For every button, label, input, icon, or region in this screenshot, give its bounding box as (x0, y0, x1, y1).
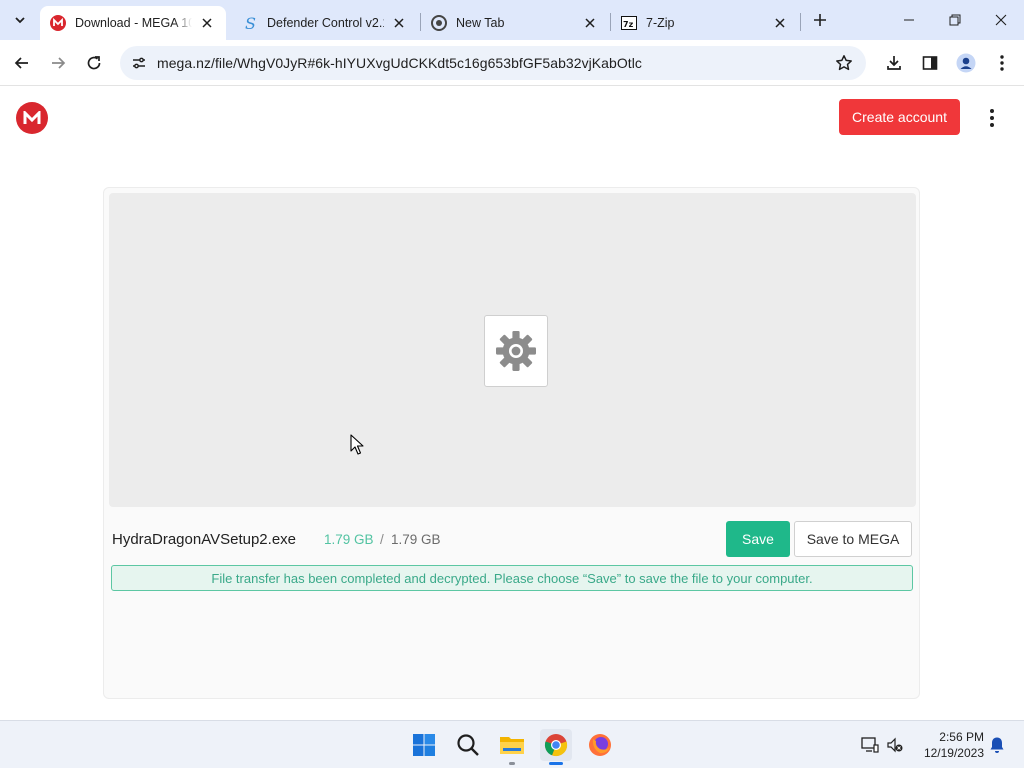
back-button[interactable] (6, 47, 38, 79)
close-icon[interactable] (198, 14, 216, 32)
side-panel-button[interactable] (914, 47, 946, 79)
plus-icon (814, 14, 826, 26)
system-clock[interactable]: 2:56 PM 12/19/2023 (914, 729, 984, 761)
reload-icon (87, 56, 101, 70)
download-card: HydraDragonAVSetup2.exe 1.79 GB / 1.79 G… (103, 187, 920, 699)
windows-taskbar: 2:56 PM 12/19/2023 (0, 720, 1024, 768)
close-icon (995, 14, 1007, 26)
profile-button[interactable] (950, 47, 982, 79)
address-bar[interactable]: mega.nz/file/WhgV0JyR#6k-hIYUXvgUdCKKdt5… (120, 46, 866, 80)
page-menu-button[interactable] (980, 105, 1004, 131)
dot (990, 109, 994, 113)
browser-menu-button[interactable] (986, 47, 1018, 79)
tab-title: Download - MEGA 10 (75, 16, 192, 30)
restore-button[interactable] (932, 0, 978, 40)
clock-time: 2:56 PM (939, 730, 984, 744)
restore-icon (949, 14, 961, 26)
new-tab-button[interactable] (806, 6, 834, 34)
volume-muted-icon[interactable] (885, 735, 905, 755)
network-display-icon[interactable] (860, 735, 880, 755)
file-name: HydraDragonAVSetup2.exe (112, 531, 296, 548)
7zip-icon: 7z (621, 15, 637, 31)
chevron-down-icon (15, 17, 25, 24)
mega-logo[interactable] (16, 102, 48, 134)
tab-mega-download[interactable]: Download - MEGA 10 (40, 6, 226, 40)
file-explorer-icon[interactable] (496, 729, 528, 765)
tab-7zip[interactable]: 7z 7-Zip (611, 6, 799, 40)
tab-new-tab[interactable]: New Tab (421, 6, 609, 40)
mega-page: Create account HydraDragonAVSetup2.exe 1… (0, 87, 1024, 720)
forward-button[interactable] (42, 47, 74, 79)
transfer-complete-message: File transfer has been completed and dec… (111, 565, 913, 591)
clock-date: 12/19/2023 (923, 746, 984, 760)
svg-text:7z: 7z (623, 20, 634, 29)
url-text[interactable]: mega.nz/file/WhgV0JyR#6k-hIYUXvgUdCKKdt5… (157, 55, 642, 71)
tab-title: Defender Control v2.1 (267, 16, 384, 30)
tab-title: New Tab (456, 16, 505, 30)
tab-title: 7-Zip (646, 16, 675, 30)
tab-separator (800, 13, 801, 31)
downloaded-size: 1.79 GB (324, 532, 374, 547)
site-info-icon[interactable] (124, 48, 154, 78)
chrome-icon[interactable] (540, 729, 572, 765)
arrow-right-icon (52, 57, 66, 69)
download-icon (887, 56, 901, 70)
create-account-button[interactable]: Create account (839, 99, 960, 135)
close-icon[interactable] (581, 14, 599, 32)
chrome-icon (431, 15, 447, 31)
notification-bell-icon[interactable] (987, 735, 1007, 755)
windows-start-icon[interactable] (408, 729, 440, 761)
close-window-button[interactable] (978, 0, 1024, 40)
gear-icon (496, 331, 536, 371)
close-icon[interactable] (390, 14, 408, 32)
reload-button[interactable] (78, 47, 110, 79)
mega-m-icon (23, 111, 41, 124)
side-panel-icon (922, 56, 938, 70)
minimize-button[interactable] (886, 0, 932, 40)
svg-text:S: S (245, 15, 256, 31)
dot (990, 116, 994, 120)
browser-toolbar: mega.nz/file/WhgV0JyR#6k-hIYUXvgUdCKKdt5… (0, 40, 1024, 86)
file-preview-area (109, 193, 916, 507)
search-icon[interactable] (452, 729, 484, 761)
file-info-row: HydraDragonAVSetup2.exe 1.79 GB / 1.79 G… (104, 521, 919, 559)
mega-icon (50, 15, 66, 31)
downloads-button[interactable] (878, 47, 910, 79)
more-vertical-icon (1000, 55, 1004, 71)
close-icon[interactable] (771, 14, 789, 32)
profile-avatar-icon (956, 53, 976, 73)
arrow-left-icon (14, 57, 28, 69)
total-size: 1.79 GB (391, 532, 441, 547)
save-to-mega-button[interactable]: Save to MEGA (794, 521, 912, 557)
tab-strip: Download - MEGA 10 S Defender Control v2… (0, 0, 1024, 40)
save-button[interactable]: Save (726, 521, 790, 557)
mouse-cursor-icon (350, 434, 364, 455)
minimize-icon (904, 19, 914, 21)
sordum-s-icon: S (242, 15, 258, 31)
bookmark-star-icon[interactable] (830, 49, 858, 77)
file-type-tile (484, 315, 548, 387)
size-separator: / (380, 532, 384, 547)
tab-search-button[interactable] (6, 6, 34, 34)
tab-defender-control[interactable]: S Defender Control v2.1 (232, 6, 418, 40)
dot (990, 123, 994, 127)
firefox-icon[interactable] (584, 729, 616, 761)
